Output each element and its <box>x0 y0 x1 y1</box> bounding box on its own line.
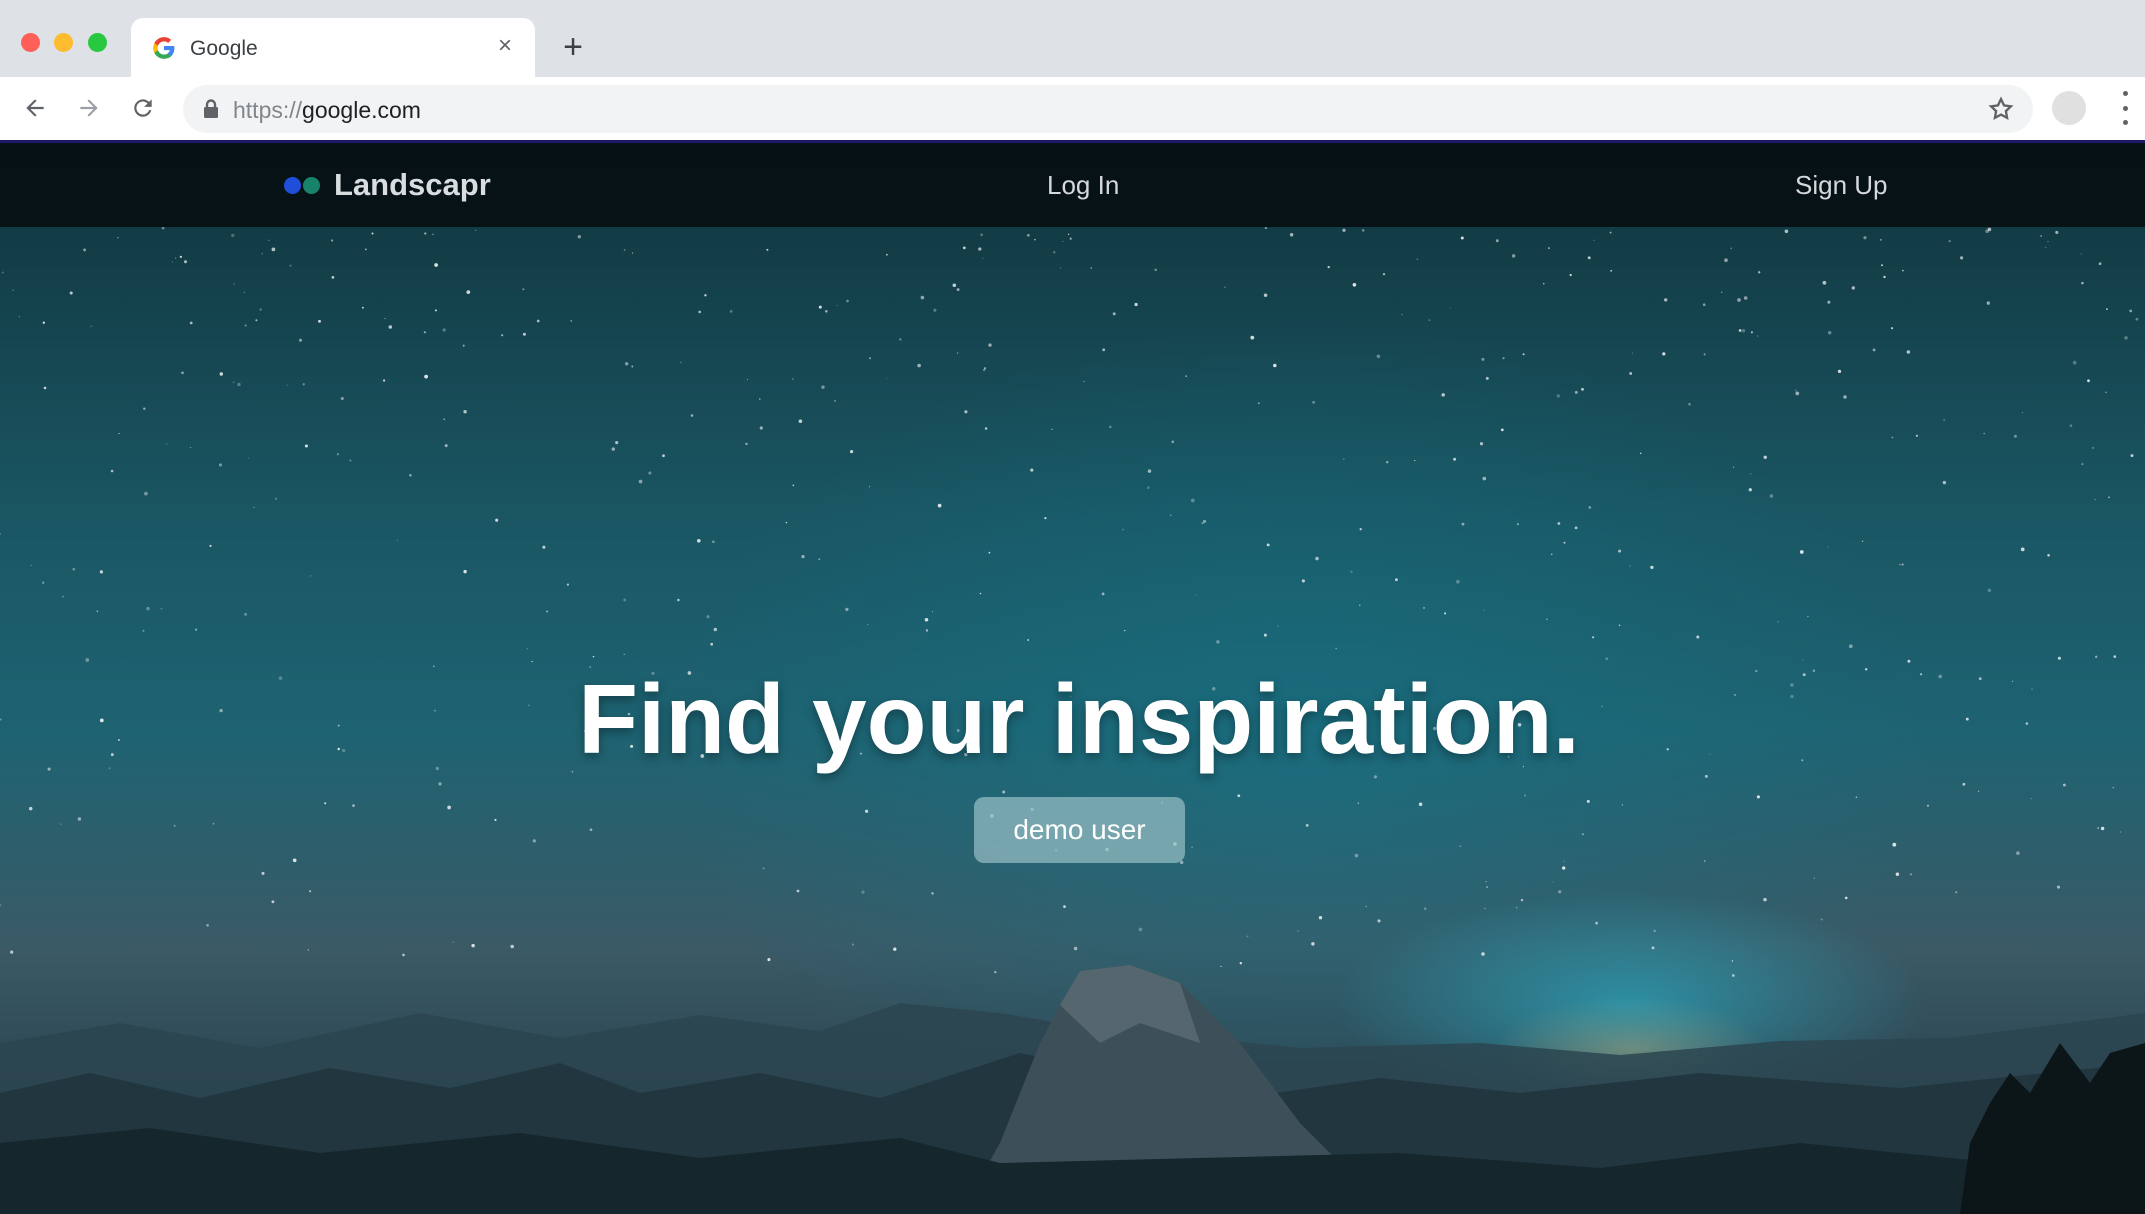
signup-link[interactable]: Sign Up <box>1795 170 1888 201</box>
lock-icon <box>204 99 218 118</box>
browser-toolbar: https://google.com <box>0 77 2145 143</box>
page-viewport: Landscapr Log In Sign Up Find your inspi… <box>0 143 2145 1214</box>
profile-avatar[interactable] <box>2052 91 2086 125</box>
minimize-window-button[interactable] <box>54 33 73 52</box>
plus-icon[interactable]: + <box>556 30 590 64</box>
site-navbar: Landscapr Log In Sign Up <box>0 143 2145 227</box>
demo-user-button[interactable]: demo user <box>974 797 1185 863</box>
back-arrow-icon[interactable] <box>16 89 54 127</box>
hero-title: Find your inspiration. <box>578 664 1580 774</box>
brand-name: Landscapr <box>334 167 491 202</box>
url-scheme: https:// <box>233 97 303 123</box>
google-g-icon <box>153 37 175 59</box>
maximize-window-button[interactable] <box>88 33 107 52</box>
login-link[interactable]: Log In <box>1047 170 1119 201</box>
url-host: google.com <box>302 97 421 123</box>
brand-dot-blue <box>284 176 301 194</box>
close-icon[interactable]: × <box>491 32 519 60</box>
star-icon[interactable] <box>1987 95 2015 123</box>
reload-icon[interactable] <box>124 89 162 127</box>
close-window-button[interactable] <box>21 33 40 52</box>
forward-arrow-icon[interactable] <box>70 89 108 127</box>
tab-title: Google <box>190 37 258 60</box>
kebab-menu-icon[interactable] <box>2118 91 2132 125</box>
url-text[interactable]: https://google.com <box>233 97 421 124</box>
brand-logo[interactable]: Landscapr <box>284 163 491 207</box>
address-bar[interactable]: https://google.com <box>183 85 2033 133</box>
brand-dot-green <box>303 176 320 194</box>
tab-strip: Google × + <box>0 0 2145 77</box>
browser-tab[interactable]: Google × <box>131 18 535 77</box>
browser-chrome: Google × + https://google.com <box>0 0 2145 143</box>
